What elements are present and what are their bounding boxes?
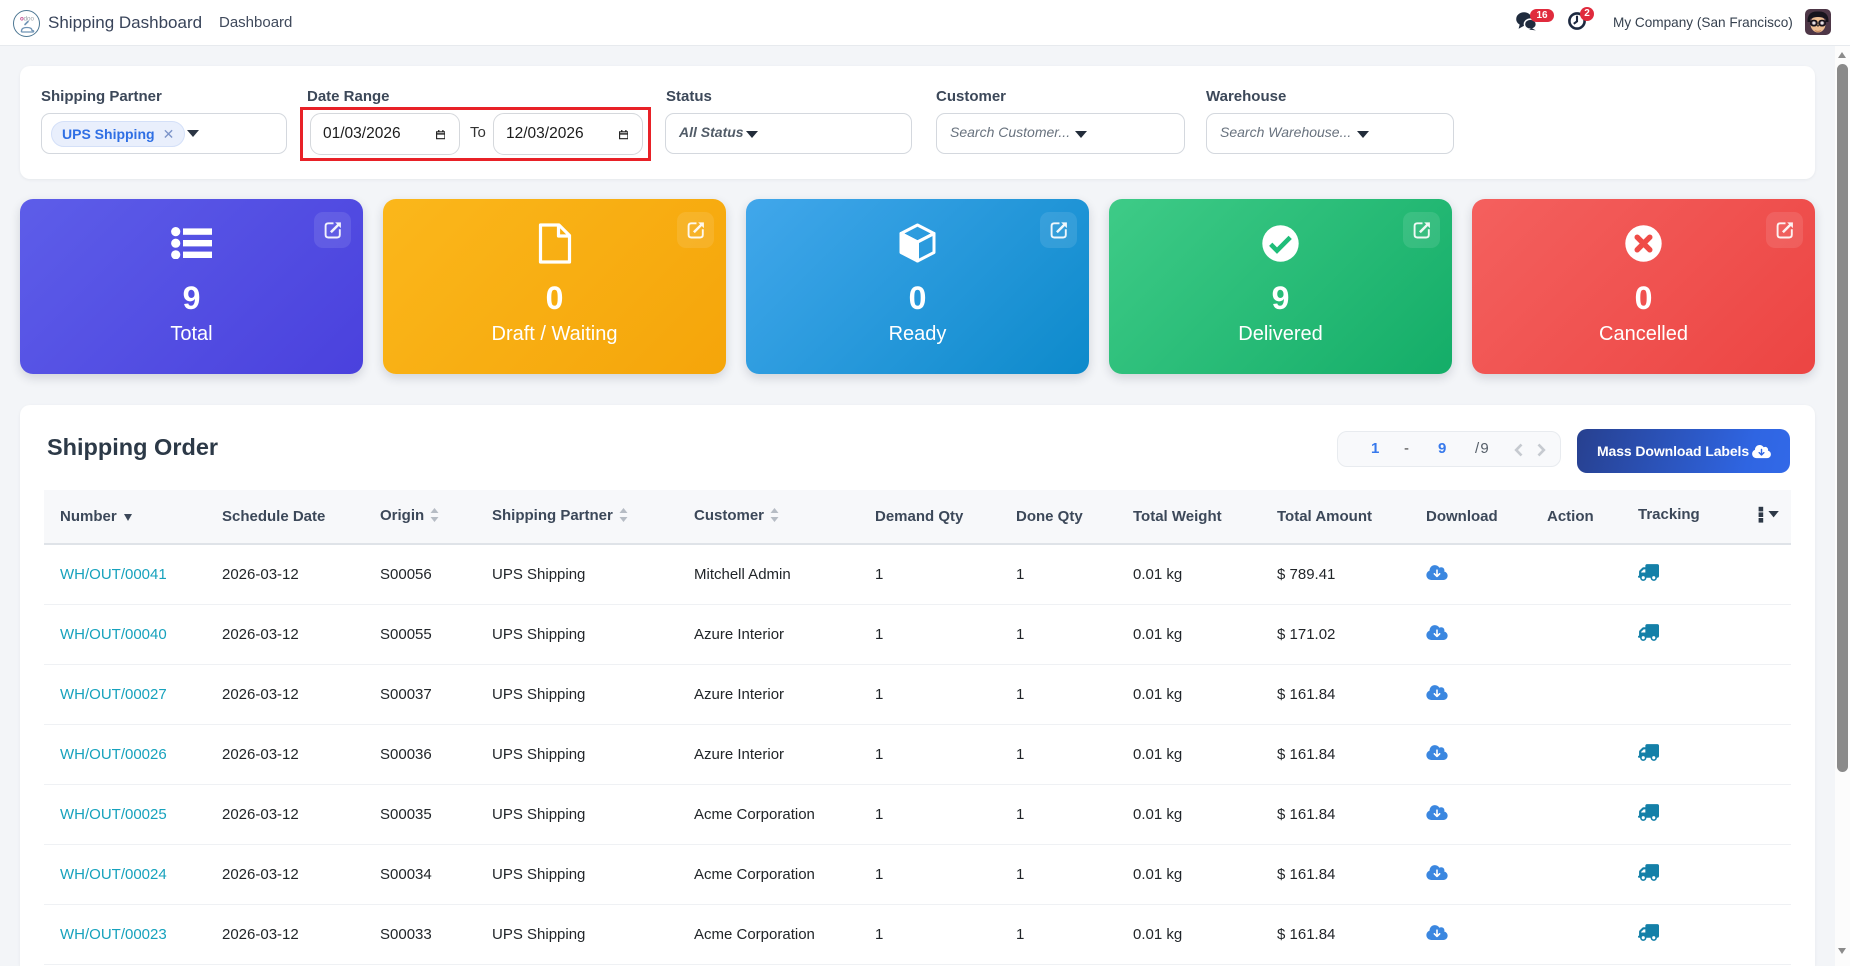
svg-text:doo: doo [24,16,35,23]
